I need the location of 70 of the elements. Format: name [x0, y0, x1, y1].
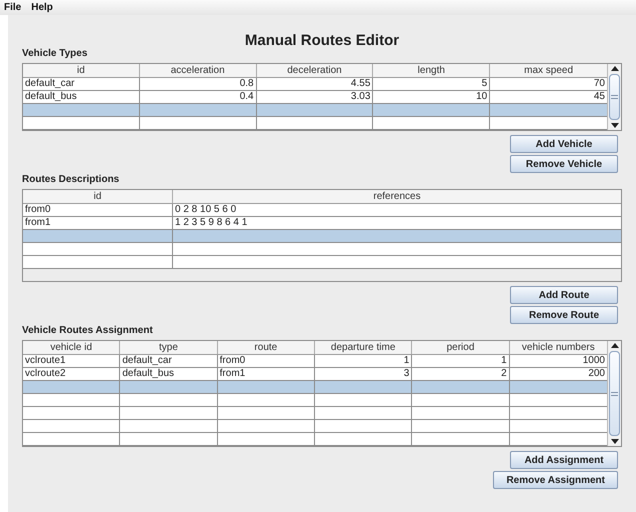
column-header[interactable]: max speed	[490, 64, 607, 77]
table-cell: default_bus	[25, 91, 77, 102]
table-cell: 1 2 3 5 9 8 6 4 1	[175, 217, 248, 228]
action-button[interactable]: Add Route	[510, 286, 618, 304]
table-cell: vclroute2	[25, 368, 66, 379]
scrollbar[interactable]	[607, 341, 621, 446]
table-row[interactable]	[23, 230, 621, 243]
column-header[interactable]: id	[23, 64, 140, 77]
table-cell: default_car	[122, 355, 172, 366]
table-cell: 1000	[582, 355, 605, 366]
scroll-thumb[interactable]	[609, 74, 620, 120]
section-heading: Routes Descriptions	[22, 174, 120, 186]
table-row[interactable]: from1 1 2 3 5 9 8 6 4 1	[23, 217, 621, 230]
action-button[interactable]: Add Vehicle	[510, 135, 618, 153]
table-cell: from1	[220, 368, 246, 379]
scroll-down-icon[interactable]	[610, 123, 618, 128]
column-header[interactable]: length	[373, 64, 490, 77]
table-cell: 5	[482, 78, 488, 89]
column-header[interactable]: references	[173, 190, 621, 203]
table-cell: 2	[501, 368, 507, 379]
action-button[interactable]: Remove Route	[510, 306, 618, 324]
column-header[interactable]: vehicle id	[23, 341, 120, 354]
table-cell: from1	[25, 217, 51, 228]
column-header[interactable]: deceleration	[256, 64, 374, 77]
table-row[interactable]: default_car 0.8 4.55 5 70	[23, 78, 607, 91]
menu-item[interactable]: Help	[31, 0, 53, 15]
scroll-up-icon[interactable]	[610, 343, 618, 348]
grip-icon	[611, 95, 618, 99]
table-row[interactable]: vclroute1 default_car from0 1 1 1000	[23, 355, 607, 368]
column-header[interactable]: type	[120, 341, 218, 354]
column-header[interactable]: acceleration	[140, 64, 257, 77]
grip-icon	[611, 392, 618, 396]
table-row[interactable]: from0 0 2 8 10 5 6 0	[23, 204, 621, 217]
table-cell: from0	[25, 204, 51, 215]
scroll-down-icon[interactable]	[610, 439, 618, 444]
column-header[interactable]: route	[218, 341, 315, 354]
table-cell: 0 2 8 10 5 6 0	[175, 204, 236, 215]
table-cell: 0.8	[240, 78, 254, 89]
table-cell: 3.03	[350, 91, 370, 102]
table-cell: default_car	[25, 78, 74, 89]
table-cell: 4.55	[350, 78, 370, 89]
column-header[interactable]: id	[23, 190, 173, 203]
table-cell: 45	[594, 91, 605, 102]
table-cell: vclroute1	[25, 355, 66, 366]
scrollbar[interactable]	[607, 64, 621, 130]
scroll-thumb[interactable]	[609, 351, 620, 436]
action-button[interactable]: Add Assignment	[510, 451, 618, 469]
window-title: Manual Routes Editor	[244, 32, 400, 49]
table-cell: 1	[404, 355, 410, 366]
table-cell: 200	[588, 368, 605, 379]
table-cell: 3	[404, 368, 410, 379]
section-heading: Vehicle Types	[22, 48, 88, 60]
table-cell: from0	[220, 355, 246, 366]
column-header[interactable]: vehicle numbers	[510, 341, 607, 354]
table-row[interactable]	[23, 256, 621, 269]
section-heading: Vehicle Routes Assignment	[22, 325, 153, 337]
table-row[interactable]: default_bus 0.4 3.03 10 45	[23, 91, 607, 104]
table-cell: default_bus	[122, 368, 174, 379]
action-button[interactable]: Remove Assignment	[493, 471, 618, 489]
menu-item[interactable]: File	[4, 0, 22, 15]
table-cell: 70	[594, 78, 605, 89]
column-header[interactable]: departure time	[315, 341, 412, 354]
table-row[interactable]	[23, 243, 621, 256]
table-row[interactable]: vclroute2 default_bus from1 3 2 200	[23, 368, 607, 381]
action-button[interactable]: Remove Vehicle	[510, 155, 618, 173]
column-header[interactable]: period	[412, 341, 510, 354]
table-cell: 10	[476, 91, 488, 102]
table-cell: 0.4	[240, 91, 254, 102]
scroll-up-icon[interactable]	[610, 66, 618, 71]
table-cell: 1	[501, 355, 507, 366]
